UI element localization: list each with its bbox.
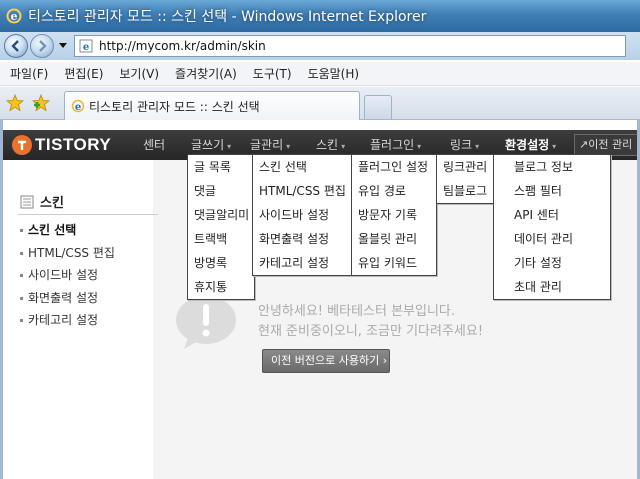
settings-menu-blog-info[interactable]: 블로그 정보 <box>494 155 610 179</box>
plugin-dropdown: 플러그인 설정 유입 경로 방문자 기록 올블릿 관리 유입 키워드 <box>351 154 437 276</box>
address-bar: e http://mycom.kr/admin/skin <box>0 32 640 60</box>
settings-menu-misc[interactable]: 기타 설정 <box>494 251 610 275</box>
link-menu-manage[interactable]: 링크관리 <box>437 155 493 179</box>
settings-dropdown: 블로그 정보 스팸 필터 API 센터 데이터 관리 기타 설정 초대 관리 <box>493 154 611 300</box>
page-content: TISTORY 센터 글쓰기 ▾ 글관리 ▾ 스킨 ▾ 플러그인 ▾ 링크 ▾ 환경설정 ▾… <box>0 120 640 479</box>
menu-help[interactable]: 도움말(H) <box>308 65 360 82</box>
sidebar-item-category-settings[interactable]: 카테고리 설정 <box>20 309 115 332</box>
write-menu-trash[interactable]: 휴지통 <box>188 275 254 299</box>
write-menu-guestbook[interactable]: 방명록 <box>188 251 254 275</box>
browser-tab[interactable]: e 티스토리 관리자 모드 :: 스킨 선택 <box>64 91 360 120</box>
link-dropdown: 링크관리 팀블로그 <box>436 154 494 204</box>
arrow-up-right-icon: ↗ <box>579 138 589 151</box>
forward-arrow-icon <box>39 40 47 52</box>
tab-title: 티스토리 관리자 모드 :: 스킨 선택 <box>89 99 260 114</box>
use-old-version-button[interactable]: 이전 버전으로 사용하기 › <box>262 349 390 373</box>
menu-tools[interactable]: 도구(T) <box>253 65 292 82</box>
settings-menu-invite[interactable]: 초대 관리 <box>494 275 610 299</box>
skin-menu-category[interactable]: 카테고리 설정 <box>253 251 353 275</box>
ie-logo-icon: e <box>6 8 22 24</box>
exclamation-bubble-icon <box>176 296 236 349</box>
svg-text:e: e <box>11 10 18 23</box>
link-menu-teamblog[interactable]: 팀블로그 <box>437 179 493 203</box>
tistory-logo-icon <box>12 135 32 155</box>
tistory-logo[interactable]: TISTORY <box>12 134 111 156</box>
menu-file[interactable]: 파일(F) <box>10 65 48 82</box>
back-button[interactable] <box>4 34 28 58</box>
write-menu-post-list[interactable]: 글 목록 <box>188 155 254 179</box>
plugin-menu-referrers[interactable]: 유입 경로 <box>352 179 436 203</box>
svg-text:e: e <box>75 102 81 113</box>
notice-line-2: 현재 준비중이오니, 조금만 기다려주세요! <box>258 324 484 339</box>
skin-section-icon <box>20 195 34 208</box>
sidebar-item-sidebar-settings[interactable]: 사이드바 설정 <box>20 264 115 287</box>
new-tab-button[interactable] <box>364 95 392 119</box>
menu-view[interactable]: 보기(V) <box>119 65 159 82</box>
menu-favorites[interactable]: 즐겨찾기(A) <box>175 65 237 82</box>
window-frame-left <box>0 120 3 479</box>
favorites-star-icon[interactable] <box>6 94 24 112</box>
sidebar-item-html-css[interactable]: HTML/CSS 편집 <box>20 242 115 265</box>
prev-admin-button[interactable]: ↗이전 관리 <box>574 134 640 156</box>
skin-dropdown: 스킨 선택 HTML/CSS 편집 사이드바 설정 화면출력 설정 카테고리 설… <box>252 154 354 276</box>
ie-page-icon: e <box>79 39 93 53</box>
nav-center[interactable]: 센터 <box>143 130 165 160</box>
settings-menu-spam-filter[interactable]: 스팸 필터 <box>494 179 610 203</box>
address-url: http://mycom.kr/admin/skin <box>99 39 266 53</box>
window-titlebar: e 티스토리 관리자 모드 :: 스킨 선택 - Windows Interne… <box>0 0 640 32</box>
plugin-menu-settings[interactable]: 플러그인 설정 <box>352 155 436 179</box>
tab-bar: e 티스토리 관리자 모드 :: 스킨 선택 <box>0 87 640 120</box>
address-input[interactable]: e http://mycom.kr/admin/skin <box>74 35 626 57</box>
svg-text:e: e <box>83 42 89 53</box>
plugin-menu-allblet[interactable]: 올블릿 관리 <box>352 227 436 251</box>
forward-button[interactable] <box>30 34 54 58</box>
sidebar-menu: 스킨 선택 HTML/CSS 편집 사이드바 설정 화면출력 설정 카테고리 설… <box>20 219 115 332</box>
write-menu-comment-alerts[interactable]: 댓글알리미 <box>188 203 254 227</box>
back-arrow-icon <box>11 40 19 52</box>
notice-line-1: 안녕하세요! 베타테스터 본부입니다. <box>258 304 456 319</box>
skin-menu-select[interactable]: 스킨 선택 <box>253 155 353 179</box>
sidebar-item-skin-select[interactable]: 스킨 선택 <box>20 219 115 242</box>
history-dropdown-icon[interactable] <box>58 41 68 51</box>
plugin-menu-keywords[interactable]: 유입 키워드 <box>352 251 436 275</box>
write-dropdown: 글 목록 댓글 댓글알리미 트랙백 방명록 휴지통 <box>187 154 255 300</box>
add-favorite-icon[interactable] <box>32 94 50 112</box>
sidebar-divider <box>18 214 158 215</box>
skin-menu-sidebar[interactable]: 사이드바 설정 <box>253 203 353 227</box>
sidebar-title: 스킨 <box>20 192 64 211</box>
settings-menu-api-center[interactable]: API 센터 <box>494 203 610 227</box>
plugin-menu-visitor-log[interactable]: 방문자 기록 <box>352 203 436 227</box>
write-menu-trackbacks[interactable]: 트랙백 <box>188 227 254 251</box>
sidebar-item-display-settings[interactable]: 화면출력 설정 <box>20 287 115 310</box>
skin-menu-html-css[interactable]: HTML/CSS 편집 <box>253 179 353 203</box>
menu-bar: 파일(F) 편집(E) 보기(V) 즐겨찾기(A) 도구(T) 도움말(H) <box>0 62 640 86</box>
ie-tab-icon: e <box>71 99 85 113</box>
logo-text: TISTORY <box>35 135 112 154</box>
settings-menu-data[interactable]: 데이터 관리 <box>494 227 610 251</box>
write-menu-comments[interactable]: 댓글 <box>188 179 254 203</box>
window-title: 티스토리 관리자 모드 :: 스킨 선택 - Windows Internet … <box>28 9 427 25</box>
menu-edit[interactable]: 편집(E) <box>64 65 103 82</box>
skin-menu-display[interactable]: 화면출력 설정 <box>253 227 353 251</box>
